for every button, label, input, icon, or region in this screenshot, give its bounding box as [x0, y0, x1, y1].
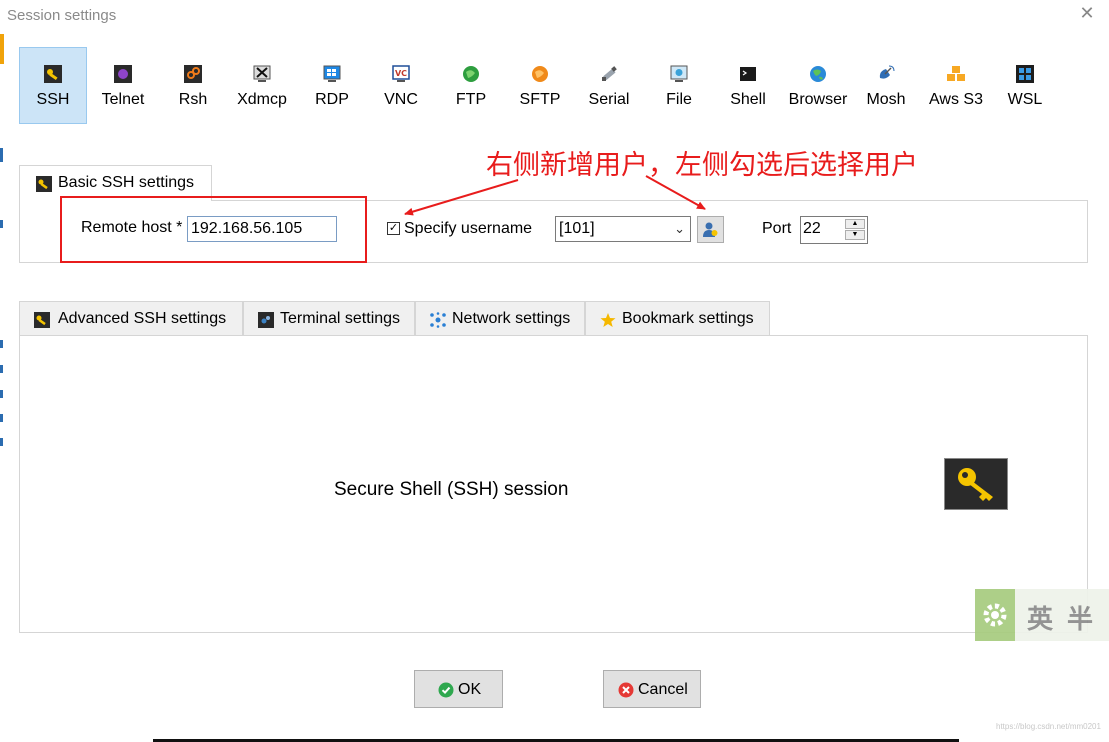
protocol-label: FTP: [455, 91, 487, 108]
protocol-shell[interactable]: Shell: [714, 47, 782, 124]
protocol-label: SSH: [36, 91, 70, 108]
protocol-label: Shell: [730, 91, 766, 108]
session-description: Secure Shell (SSH) session: [334, 479, 569, 500]
mosh-satellite-icon: [879, 65, 895, 79]
protocol-ftp[interactable]: FTP: [437, 47, 505, 124]
csdn-watermark: https://blog.csdn.net/mm0201: [996, 722, 1101, 731]
port-value: 22: [803, 220, 821, 237]
port-label: Port: [762, 220, 792, 237]
protocol-ssh[interactable]: SSH: [19, 47, 87, 124]
user-manager-icon: [703, 222, 718, 237]
tab-terminal-settings[interactable]: Terminal settings: [243, 301, 415, 336]
ssh-key-icon: [44, 65, 62, 83]
protocol-label: Rsh: [178, 91, 208, 108]
protocol-wsl[interactable]: WSL: [991, 47, 1059, 124]
watermark: 英半: [975, 589, 1109, 641]
protocol-telnet[interactable]: Telnet: [89, 47, 157, 124]
protocol-file[interactable]: File: [645, 47, 713, 124]
background-window-edge: [0, 148, 3, 162]
serial-icon: [602, 66, 617, 81]
tab-label: Terminal settings: [280, 310, 401, 327]
vnc-icon: VC: [392, 65, 410, 82]
protocol-label: RDP: [315, 91, 349, 108]
protocol-label: Serial: [588, 91, 630, 108]
cancel-button[interactable]: Cancel: [603, 670, 701, 708]
username-select[interactable]: [101] ⌄: [555, 216, 691, 242]
protocol-label: Xdmcp: [237, 91, 287, 108]
wrench-key-icon: [36, 176, 52, 192]
ok-label: OK: [458, 681, 482, 698]
protocol-xdmcp[interactable]: Xdmcp: [228, 47, 296, 124]
protocol-rdp[interactable]: RDP: [298, 47, 366, 124]
background-window-edge: [0, 414, 3, 422]
gear-icon: [975, 589, 1015, 641]
protocol-rsh[interactable]: Rsh: [159, 47, 227, 124]
wrench-key-icon: [34, 312, 50, 328]
rsh-icon: [184, 65, 202, 83]
tab-label: Network settings: [452, 310, 571, 327]
browser-globe-icon: [810, 66, 826, 82]
cancel-circle-icon: [618, 682, 634, 698]
tab-bookmark-settings[interactable]: Bookmark settings: [585, 301, 770, 336]
background-window-edge: [0, 365, 3, 373]
protocol-label: Browser: [788, 91, 848, 108]
annotation-text: 右侧新增用户，左侧勾选后选择用户: [486, 150, 918, 181]
protocol-label: SFTP: [519, 91, 561, 108]
specify-username-label[interactable]: Specify username: [404, 220, 532, 238]
terminal-icon: [258, 312, 274, 328]
telnet-icon: [114, 65, 132, 83]
sftp-globe-icon: [532, 66, 548, 82]
ok-button[interactable]: OK: [414, 670, 503, 708]
background-window-edge: [0, 34, 4, 64]
protocol-label: Mosh: [866, 91, 906, 108]
close-icon[interactable]: ✕: [1077, 3, 1097, 25]
protocol-sftp[interactable]: SFTP: [506, 47, 574, 124]
ssh-key-icon: [944, 458, 1008, 510]
cancel-label: Cancel: [638, 681, 688, 698]
username-value: [101]: [559, 220, 595, 237]
tab-advanced-ssh-settings[interactable]: Advanced SSH settings: [19, 301, 243, 336]
background-window-edge: [0, 438, 3, 446]
protocol-vnc[interactable]: VC VNC: [367, 47, 435, 124]
protocol-label: Aws S3: [929, 91, 983, 108]
network-icon: [430, 312, 446, 328]
chevron-down-icon: ⌄: [674, 221, 685, 236]
tab-label: Basic SSH settings: [58, 174, 195, 191]
protocol-label: Telnet: [101, 91, 145, 108]
background-window-edge: [0, 340, 3, 348]
file-icon: [670, 65, 688, 82]
port-input[interactable]: 22 ▲ ▼: [800, 216, 868, 244]
spin-down-icon[interactable]: ▼: [845, 230, 865, 240]
star-icon: [600, 313, 616, 327]
xdmcp-icon: [253, 65, 271, 82]
specify-username-checkbox[interactable]: ✓: [387, 222, 400, 235]
annotation-highlight-box: [60, 196, 367, 263]
protocol-browser[interactable]: Browser: [784, 47, 852, 124]
window-title: Session settings: [7, 7, 117, 24]
shell-icon: [740, 67, 756, 81]
port-spinner[interactable]: ▲ ▼: [845, 219, 865, 241]
ftp-globe-icon: [463, 66, 479, 82]
add-user-button[interactable]: [697, 216, 724, 243]
background-window-edge: [0, 220, 3, 228]
protocol-label: File: [666, 91, 692, 108]
rdp-icon: [323, 65, 341, 82]
spin-up-icon[interactable]: ▲: [845, 219, 865, 229]
tab-label: Bookmark settings: [622, 310, 754, 327]
tab-label: Advanced SSH settings: [58, 310, 227, 327]
protocol-aws-s3[interactable]: Aws S3: [922, 47, 990, 124]
svg-text:VC: VC: [395, 69, 407, 78]
protocol-label: VNC: [384, 91, 418, 108]
watermark-text: 英半: [1027, 605, 1108, 635]
background-window-edge: [0, 390, 3, 398]
protocol-label: WSL: [1007, 91, 1043, 108]
tab-network-settings[interactable]: Network settings: [415, 301, 585, 336]
wsl-windows-icon: [1016, 65, 1034, 83]
check-circle-icon: [438, 682, 454, 698]
protocol-serial[interactable]: Serial: [575, 47, 643, 124]
aws-s3-icon: [947, 66, 965, 81]
protocol-mosh[interactable]: Mosh: [852, 47, 920, 124]
